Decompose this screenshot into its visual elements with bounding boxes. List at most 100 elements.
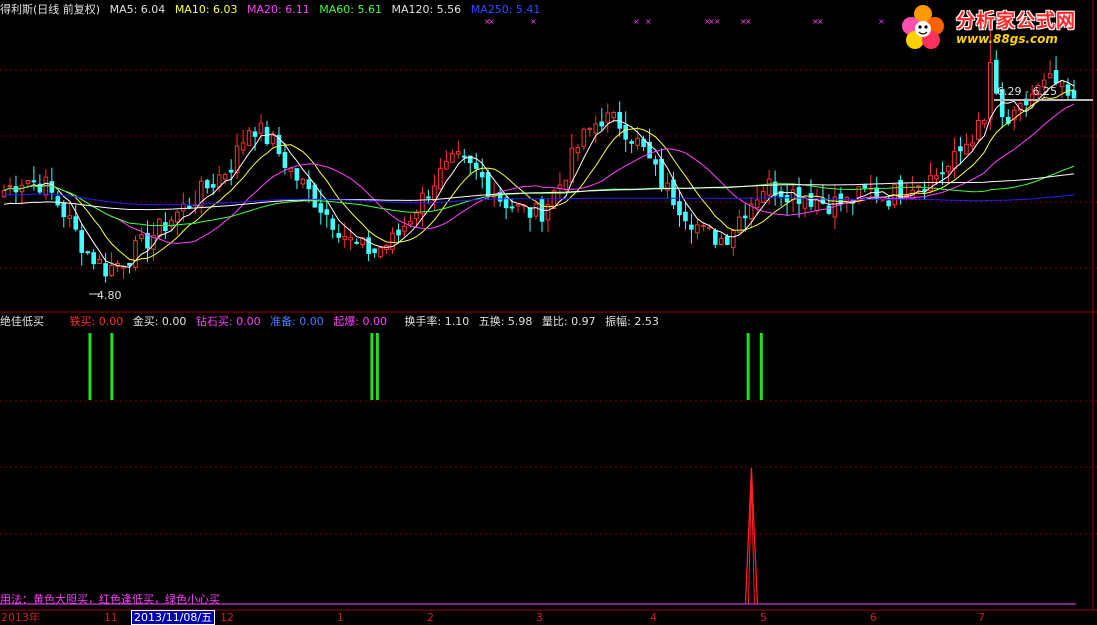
candle-body [701,225,706,228]
candle-body [754,199,760,209]
qibao-spike-line [747,479,755,605]
candle-body [838,193,844,205]
candle-body [133,240,138,269]
candle-body [611,112,617,119]
candle-body [204,180,210,189]
candle-body [61,202,67,218]
ma250-label: MA250: 5.41 [470,3,541,16]
candle-body [569,147,575,183]
turnover-label: 换手率: 1.10 [404,315,470,328]
candle-body [348,237,354,241]
candle-body [862,184,868,189]
candle-body [270,135,276,145]
low-price-label: 4.80 [97,289,122,302]
indicator-name: 绝佳低买 [0,315,44,328]
candle-body [976,119,981,140]
candle-body [730,230,736,249]
chart-canvas: 4.806.29 - 6.25×× × × × ×× × ×× ×× × [0,0,1097,611]
candle-body [766,178,772,196]
candle-body [139,234,144,239]
candle-body [707,226,712,229]
candle-body [121,266,126,269]
candle-body [97,258,102,265]
ma10-label: MA10: 6.03 [174,3,238,16]
candle-body [79,230,85,253]
logo-name: 分析家公式网 [956,10,1077,32]
signal-x-mark: × [745,17,752,26]
candle-body [1,190,7,198]
signal-x-mark: × [645,17,652,26]
candle-body [414,212,419,220]
candle-body [294,168,300,181]
candle-body [288,167,294,172]
buy-signal-bar [759,333,763,400]
candle-body [306,179,312,190]
candle-body [246,130,252,146]
candle-body [163,222,168,232]
signal-x-mark: × [633,17,640,26]
logo-url: www.88gs.com [956,32,1058,46]
tick-11: 11 [104,611,118,624]
candle-body [802,197,808,209]
candle-body [599,121,605,127]
ma5-line [3,79,1075,268]
tick-1: 1 [337,611,344,624]
candle-body [216,174,222,188]
candle-body [796,187,802,204]
candle-body [461,155,467,158]
candle-body [653,159,658,165]
tick-5: 5 [760,611,767,624]
signal-x-mark: × [817,17,824,26]
candle-body [67,215,73,220]
main-header: 得利斯(日线 前复权) MA5: 6.04 MA10: 6.03 MA20: 6… [0,3,546,17]
ma60-label: MA60: 5.61 [319,3,382,16]
candle-body [408,220,413,225]
candle-body [258,122,264,134]
candle-body [527,207,533,218]
buy-signal-bar [375,333,379,400]
candle-body [210,184,216,188]
candle-body [456,151,461,155]
candle-body [109,264,114,276]
candle-body [946,165,951,173]
candle-body [336,233,342,238]
candle-body [814,199,820,212]
candle-body [354,241,359,244]
candle-body [420,192,425,215]
signal-x-mark: × [878,17,885,26]
tick-3: 3 [536,611,543,624]
candle-body [724,236,730,245]
candle-body [509,206,515,209]
signal-x-mark: × [488,17,495,26]
candle-body [988,62,993,120]
candle-body [1053,70,1059,84]
candle-body [402,225,407,232]
candle-body [330,218,336,230]
zuanshi-mai-label: 钻石买: 0.00 [195,315,261,328]
candle-body [826,205,832,214]
candle-body [73,216,79,230]
tick-4: 4 [650,611,657,624]
candle-body [396,229,401,236]
cursor-date: 2013/11/08/五 [131,610,216,625]
candle-body [240,142,246,151]
candle-body [450,153,455,163]
candle-body [222,173,228,180]
candle-body [760,190,766,203]
candle-body [940,172,945,175]
ma20-label: MA20: 6.11 [247,3,310,16]
candle-body [713,230,718,245]
candle-body [91,252,96,265]
jin-mai-label: 金买: 0.00 [132,315,187,328]
flower-logo-icon [902,5,944,49]
stock-chart-window: { "main_header": { "stock_label": "得利斯(日… [0,0,1097,625]
tick-2: 2 [427,611,434,624]
zhunbei-label: 准备: 0.00 [270,315,324,328]
candle-body [55,196,61,206]
buy-signal-bar [88,333,92,400]
range-price-label: 6.29 - 6.25 [997,85,1057,98]
five-turnover-label: 五换: 5.98 [478,315,533,328]
candle-body [563,179,569,191]
candle-body [175,211,180,223]
tick-12: 12 [220,611,234,624]
